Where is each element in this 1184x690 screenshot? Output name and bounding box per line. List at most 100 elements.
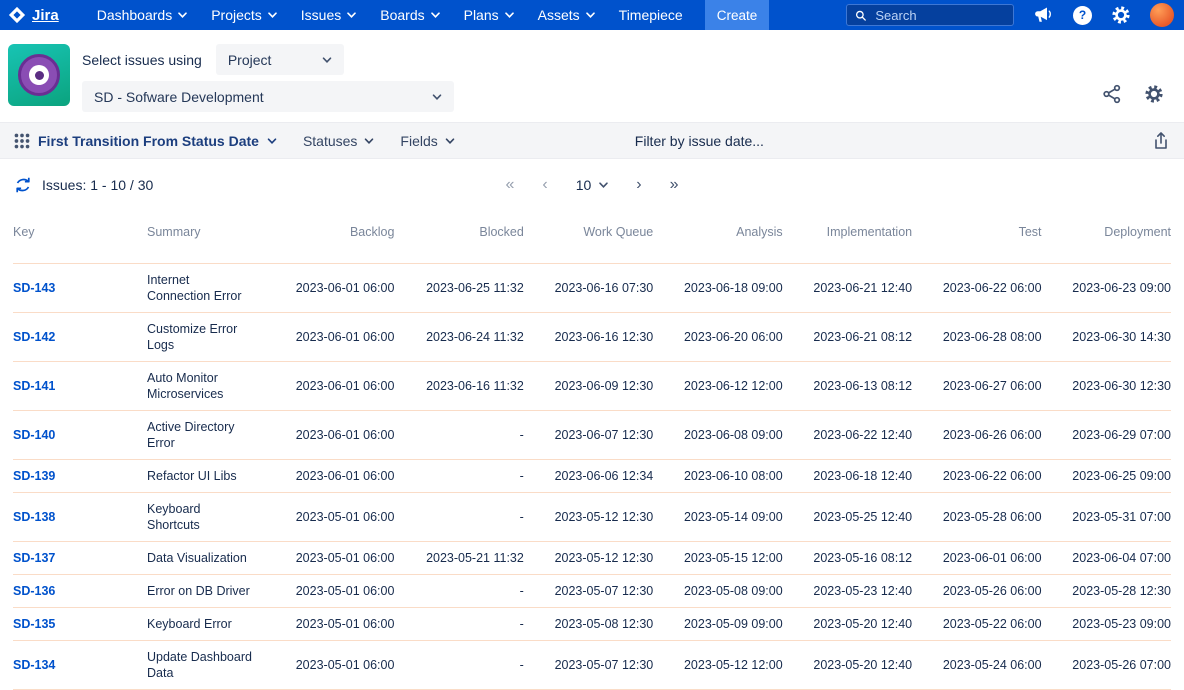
fields-label: Fields [400, 132, 438, 149]
status-date-cell: 2023-05-24 06:00 [912, 640, 1042, 690]
status-date-cell: 2023-05-15 12:00 [653, 541, 783, 575]
status-date-cell: 2023-06-27 06:00 [912, 361, 1042, 411]
status-date-cell: 2023-06-01 06:00 [265, 459, 395, 493]
issue-key-link[interactable]: SD-143 [13, 281, 55, 295]
table-row: SD-139 Refactor UI Libs 2023-06-01 06:00-2… [13, 459, 1171, 493]
status-date-cell: 2023-06-10 08:00 [653, 459, 783, 493]
report-settings-button[interactable] [1144, 76, 1164, 112]
status-date-cell: 2023-05-08 12:30 [523, 607, 654, 641]
issues-table: Key Summary Backlog Blocked Work Queue Analys… [13, 211, 1171, 690]
status-date-cell: - [394, 492, 524, 542]
issue-source-dropdown[interactable]: Project [215, 44, 344, 75]
issue-key-link[interactable]: SD-141 [13, 379, 55, 393]
nav-item-label: Assets [537, 7, 580, 23]
settings-button[interactable] [1111, 5, 1131, 25]
issue-key-link[interactable]: SD-140 [13, 428, 55, 442]
issue-key-link[interactable]: SD-139 [13, 469, 55, 483]
nav-item-assets[interactable]: Assets [526, 0, 607, 30]
announcements-button[interactable] [1033, 6, 1054, 24]
status-date-cell: 2023-06-30 14:30 [1041, 312, 1171, 362]
status-date-cell: 2023-05-28 12:30 [1041, 574, 1171, 608]
help-button[interactable]: ? [1073, 5, 1092, 25]
navbar-right-group: ? [846, 3, 1174, 27]
status-date-cell: 2023-05-12 12:00 [653, 640, 783, 690]
issue-key-link[interactable]: SD-134 [13, 658, 55, 672]
select-issues-label: Select issues using [82, 51, 202, 68]
chevron-down-icon [365, 137, 374, 144]
prev-page-button[interactable]: ‹ [542, 177, 547, 193]
report-type-dropdown[interactable]: First Transition From Status Date [38, 133, 277, 149]
page-size-value: 10 [575, 177, 592, 193]
issue-summary: Active Directory Error [147, 410, 265, 460]
status-date-cell: 2023-06-25 09:00 [1041, 459, 1171, 493]
nav-item-timepiece[interactable]: Timepiece [607, 0, 695, 30]
search-input[interactable] [873, 6, 1005, 24]
status-date-cell: 2023-06-07 12:30 [523, 410, 654, 460]
jira-logo[interactable]: Jira [8, 6, 59, 24]
export-icon [1155, 131, 1167, 149]
issue-key-link[interactable]: SD-135 [13, 617, 55, 631]
table-row: SD-137 Data Visualization 2023-05-01 06:00… [13, 541, 1171, 575]
table-row: SD-142 Customize Error Logs 2023-06-01 06:… [13, 312, 1171, 362]
issue-key-link[interactable]: SD-138 [13, 510, 55, 524]
status-date-cell: 2023-05-01 06:00 [265, 541, 395, 575]
app-header: Select issues using Project SD - Sofware… [0, 30, 1184, 122]
status-date-cell: 2023-05-07 12:30 [523, 640, 654, 690]
status-date-cell: 2023-05-31 07:00 [1041, 492, 1171, 542]
status-date-cell: 2023-06-08 09:00 [653, 410, 783, 460]
nav-item-label: Projects [211, 7, 262, 23]
create-button[interactable]: Create [704, 0, 770, 30]
share-button[interactable] [1102, 76, 1122, 112]
export-button[interactable] [1152, 131, 1170, 151]
status-date-cell: 2023-06-18 09:00 [653, 263, 783, 313]
refresh-icon [16, 177, 30, 193]
nav-item-dashboards[interactable]: Dashboards [85, 0, 200, 30]
chevron-down-icon [178, 12, 188, 18]
column-header: Analysis [736, 225, 783, 239]
nav-item-label: Timepiece [618, 7, 683, 23]
status-date-cell: - [394, 459, 524, 493]
status-date-cell: - [394, 640, 524, 690]
status-date-cell: 2023-06-30 12:30 [1041, 361, 1171, 411]
gear-icon [1145, 85, 1163, 103]
status-date-cell: 2023-06-01 06:00 [265, 263, 395, 313]
refresh-button[interactable] [14, 176, 32, 194]
issue-key-link[interactable]: SD-137 [13, 551, 55, 565]
status-date-cell: 2023-06-20 06:00 [653, 312, 783, 362]
project-dropdown[interactable]: SD - Sofware Development [82, 81, 454, 112]
chevron-down-icon [445, 137, 455, 144]
chevron-down-icon [322, 56, 332, 63]
nav-item-plans[interactable]: Plans [452, 0, 526, 30]
nav-item-projects[interactable]: Projects [199, 0, 289, 30]
nav-item-issues[interactable]: Issues [289, 0, 368, 30]
issue-summary: Auto Monitor Microservices [147, 361, 265, 411]
nav-item-boards[interactable]: Boards [368, 0, 451, 30]
statuses-dropdown[interactable]: Statuses [303, 133, 374, 149]
chevron-down-icon [585, 12, 595, 18]
issue-key-link[interactable]: SD-136 [13, 584, 55, 598]
fields-dropdown[interactable]: Fields [400, 132, 455, 149]
status-date-cell: 2023-05-14 09:00 [653, 492, 783, 542]
last-page-button[interactable]: » [670, 177, 679, 193]
user-avatar[interactable] [1150, 3, 1174, 27]
next-page-button[interactable]: › [636, 177, 641, 193]
first-page-button[interactable]: « [505, 177, 514, 193]
column-header: Test [1018, 225, 1042, 239]
megaphone-icon [1035, 7, 1051, 22]
issue-summary: Update Dashboard Data [147, 640, 265, 690]
report-type-value: First Transition From Status Date [38, 132, 259, 149]
search-box[interactable] [846, 4, 1014, 26]
chevron-down-icon [267, 12, 277, 18]
status-date-cell: 2023-06-21 08:12 [782, 312, 913, 362]
status-date-cell: 2023-06-12 12:00 [653, 361, 783, 411]
status-date-cell: 2023-06-01 06:00 [265, 312, 395, 362]
statuses-label: Statuses [302, 132, 358, 149]
issue-date-filter-input[interactable]: Filter by issue date... [635, 133, 764, 149]
page-size-select[interactable]: 10 [576, 177, 609, 193]
table-row: SD-140 Active Directory Error 2023-06-01 0… [13, 410, 1171, 460]
gear-icon [1112, 6, 1130, 24]
status-date-cell: 2023-06-25 11:32 [394, 263, 524, 313]
table-header-row: Key Summary Backlog Blocked Work Queue Analys… [13, 211, 1171, 264]
issue-key-link[interactable]: SD-142 [13, 330, 55, 344]
status-date-cell: 2023-05-01 06:00 [265, 574, 395, 608]
